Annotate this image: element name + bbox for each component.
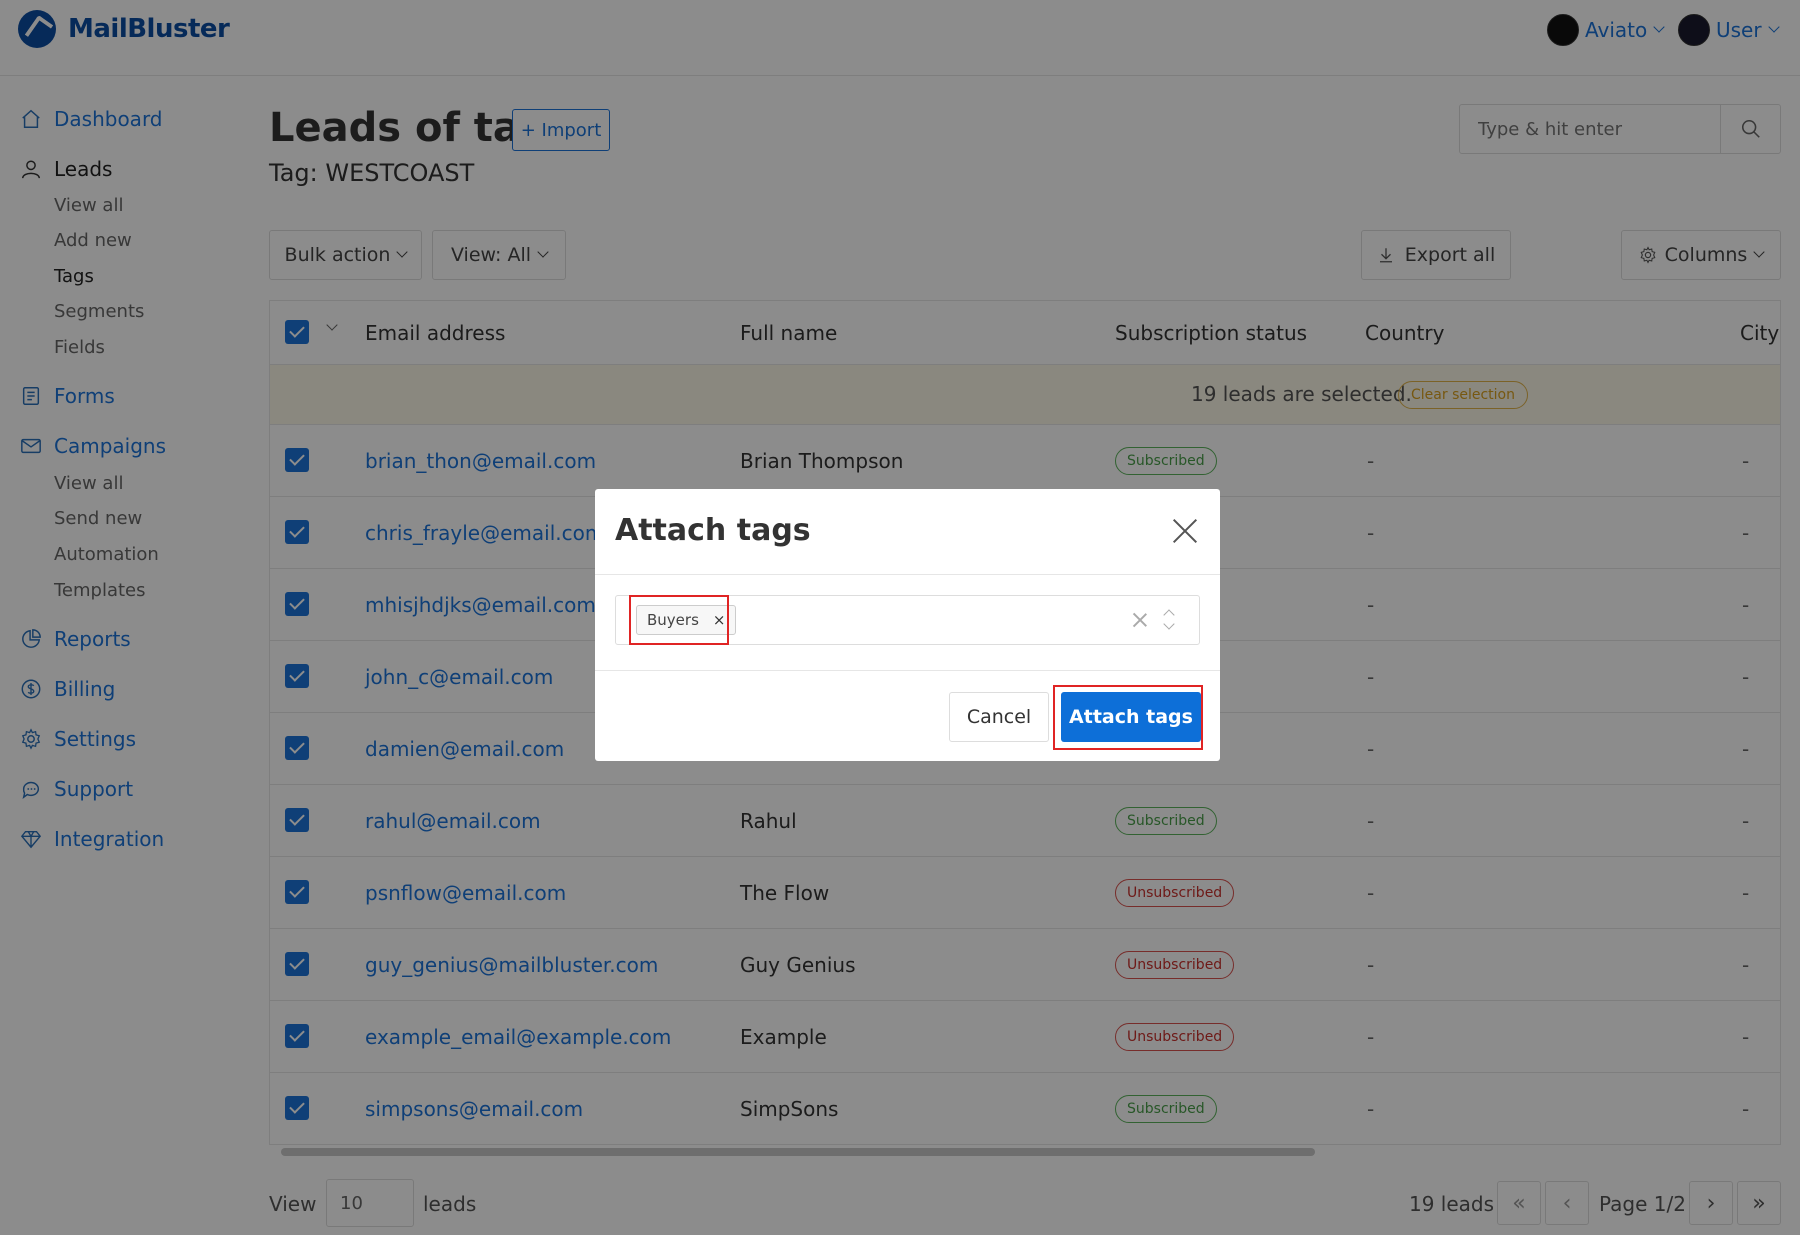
divider: [595, 574, 1220, 575]
select-arrows-icon[interactable]: [1162, 608, 1176, 632]
cancel-button[interactable]: Cancel: [949, 692, 1049, 742]
close-icon[interactable]: [1171, 517, 1199, 545]
divider: [595, 670, 1220, 671]
clear-select-icon[interactable]: [1132, 612, 1148, 628]
highlight-box: [1053, 685, 1203, 750]
modal-title: Attach tags: [615, 513, 811, 548]
highlight-box: [629, 595, 729, 645]
attach-tags-modal: Attach tags Buyers × Cancel Attach tags: [595, 489, 1220, 761]
